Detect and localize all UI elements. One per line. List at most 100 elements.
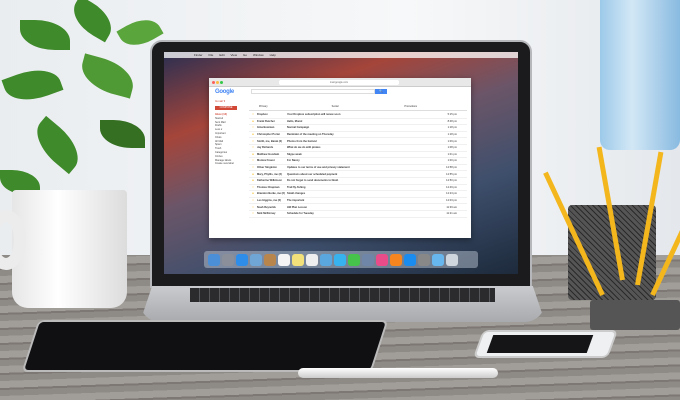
email-row[interactable]: ☆ Oliver Singleton Updates to our terms of… <box>249 165 467 172</box>
search-input[interactable] <box>251 89 375 94</box>
dock-app-icon[interactable] <box>208 253 220 266</box>
dock-app-icon[interactable] <box>348 253 360 266</box>
star-icon[interactable]: ☆ <box>249 159 257 162</box>
star-icon[interactable]: ☆ <box>249 146 257 149</box>
dock-app-icon[interactable] <box>432 253 444 266</box>
dock-app-icon[interactable] <box>320 253 332 266</box>
dock-app-icon[interactable] <box>222 253 234 266</box>
email-subject: Updates to our terms of use and privacy … <box>287 166 350 170</box>
star-icon[interactable]: ★ <box>249 133 257 136</box>
email-subject: Small changes <box>287 192 306 196</box>
tab-primary[interactable]: Primary <box>249 105 322 110</box>
email-subject: Normal Campaign <box>287 126 310 130</box>
email-time: 12:55 pm <box>446 172 457 176</box>
email-time: 11:39 am <box>446 205 457 209</box>
dock-app-icon[interactable] <box>292 253 304 266</box>
dock-app-icon[interactable] <box>418 253 430 266</box>
tab-social[interactable]: Social <box>322 105 395 110</box>
dock-app-icon[interactable] <box>306 253 318 266</box>
email-time: 12:49 pm <box>446 185 457 189</box>
email-time: 1:08 pm <box>447 146 457 150</box>
dock-app-icon[interactable] <box>404 253 416 266</box>
email-sender: Katherine Wilkinson <box>257 179 282 183</box>
email-time: 12:58 pm <box>446 166 457 170</box>
email-row[interactable]: ★ Katherine Wilkinson Do not forget to sen… <box>249 178 467 185</box>
email-row[interactable]: ★ Christopher Porter Reminder of the meeti… <box>249 132 467 139</box>
pen <box>298 368 498 378</box>
sidebar-item[interactable]: Create new label <box>215 162 245 166</box>
close-button[interactable] <box>212 81 215 84</box>
email-sender: Brandon Burke, me (2) <box>257 192 285 196</box>
email-row[interactable]: ☆ Gina Bowman Normal Campaign 1:18 pm <box>249 125 467 132</box>
email-sender: Matthew Goodwin <box>257 152 280 156</box>
dock-app-icon[interactable] <box>250 253 262 266</box>
email-row[interactable]: ☆ Nick McKinney Schedule for Tuesday 11:21 … <box>249 211 467 218</box>
menu-help[interactable]: Help <box>270 53 276 57</box>
search-button[interactable]: 🔍 <box>375 89 387 94</box>
email-row[interactable]: ☆ Smith, me, Barak (3) Photos from the fes… <box>249 138 467 145</box>
star-icon[interactable]: ☆ <box>249 166 257 169</box>
email-row[interactable]: ☆ Jay Richards What do we do with pirates 1… <box>249 145 467 152</box>
email-row[interactable]: ★ Mary, Phyllis, me (3) Questions about ou… <box>249 171 467 178</box>
email-subject: Skype week <box>287 152 302 156</box>
menu-window[interactable]: Window <box>253 53 264 57</box>
menu-view[interactable]: View <box>231 53 237 57</box>
menu-file[interactable]: File <box>209 53 214 57</box>
email-subject: Schedule for Tuesday <box>287 212 314 216</box>
star-icon[interactable]: ☆ <box>249 113 257 116</box>
tab-promotions[interactable]: Promotions <box>394 105 467 110</box>
menu-edit[interactable]: Edit <box>219 53 224 57</box>
email-row[interactable]: ★ Frank Fletcher Hello, Mona! 8:48 pm <box>249 119 467 126</box>
email-row[interactable]: ★ Brandon Burke, me (2) Small changes 12:23… <box>249 191 467 198</box>
water-bottle <box>600 0 680 150</box>
google-logo: Google <box>215 89 234 95</box>
email-subject: The important <box>287 199 305 203</box>
gmail-label[interactable]: Gmail ▾ <box>215 99 225 103</box>
email-row[interactable]: ☆ Dropbox Your Dropbox subscription will r… <box>249 112 467 119</box>
star-icon[interactable]: ★ <box>249 153 257 156</box>
star-icon[interactable]: ★ <box>249 192 257 195</box>
email-row[interactable]: ☆ Noah Reynolds Hill Plan Lesson 11:39 am <box>249 204 467 211</box>
dock-app-icon[interactable] <box>264 253 276 266</box>
email-subject: Photos from the festival <box>287 139 317 143</box>
star-icon[interactable]: ★ <box>249 120 257 123</box>
email-row[interactable]: ☆ Leo Higgins, me (2) The important 12:03 p… <box>249 198 467 205</box>
dock-app-icon[interactable] <box>362 253 374 266</box>
smartphone <box>472 330 619 358</box>
email-time: 1:00 pm <box>447 159 457 163</box>
email-sender: Mary, Phyllis, me (3) <box>257 172 282 176</box>
star-icon[interactable]: ☆ <box>249 199 257 202</box>
notebook <box>590 300 680 330</box>
star-icon[interactable]: ☆ <box>249 140 257 143</box>
white-mug <box>0 190 127 308</box>
dock-app-icon[interactable] <box>334 253 346 266</box>
email-subject: Do not forget to send documents to Noah <box>287 179 339 183</box>
dock-app-icon[interactable] <box>446 253 458 266</box>
star-icon[interactable]: ☆ <box>249 206 257 209</box>
email-time: 12:03 pm <box>446 199 457 203</box>
email-row[interactable]: ★ Matthew Goodwin Skype week 1:01 pm <box>249 152 467 159</box>
menu-go[interactable]: Go <box>243 53 247 57</box>
email-row[interactable]: ☆ Monica Fraust For Nancy 1:00 pm <box>249 158 467 165</box>
dock-app-icon[interactable] <box>376 253 388 266</box>
dock-app-icon[interactable] <box>278 253 290 266</box>
star-icon[interactable]: ☆ <box>249 212 257 215</box>
email-sender: Monica Fraust <box>257 159 275 163</box>
dock <box>204 251 478 268</box>
address-bar[interactable]: mail.google.com <box>279 80 399 85</box>
email-time: 12:50 pm <box>446 179 457 183</box>
zoom-button[interactable] <box>220 81 223 84</box>
email-row[interactable]: ☆ Thomas Chapman Trail fly-fishing 12:49 pm <box>249 185 467 192</box>
star-icon[interactable]: ★ <box>249 173 257 176</box>
compose-button[interactable]: COMPOSE <box>215 106 237 110</box>
minimize-button[interactable] <box>216 81 219 84</box>
dock-app-icon[interactable] <box>390 253 402 266</box>
email-sender: Nick McKinney <box>257 212 276 216</box>
star-icon[interactable]: ☆ <box>249 126 257 129</box>
star-icon[interactable]: ★ <box>249 179 257 182</box>
menu-finder[interactable]: Finder <box>194 53 203 57</box>
email-time: 1:09 pm <box>447 139 457 143</box>
dock-app-icon[interactable] <box>236 253 248 266</box>
star-icon[interactable]: ☆ <box>249 186 257 189</box>
email-time: 11:21 am <box>446 212 457 216</box>
